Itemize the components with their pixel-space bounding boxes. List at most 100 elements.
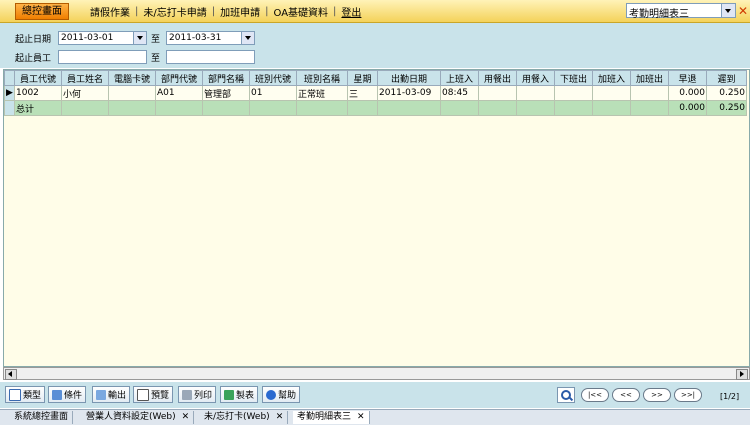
close-icon[interactable]: ✕ (357, 412, 365, 422)
cell (592, 100, 631, 116)
nav-overtime[interactable]: 加班申請 (220, 4, 260, 19)
cell[interactable]: 0.000 (668, 85, 707, 101)
condition-button[interactable]: 條件 (48, 386, 87, 403)
cell[interactable] (554, 85, 593, 101)
export-button-label: 輸出 (108, 391, 127, 401)
tab-system-dashboard[interactable]: 系統總控畫面 (10, 411, 74, 424)
search-icon[interactable] (557, 387, 575, 403)
employee-to-input[interactable] (166, 50, 255, 64)
col-header[interactable]: 班別名稱 (296, 70, 348, 86)
close-icon[interactable]: ✕ (738, 4, 750, 18)
col-header[interactable]: 用餐入 (516, 70, 555, 86)
cell[interactable] (516, 85, 555, 101)
date-to-select[interactable]: 2011-03-31 (166, 31, 255, 45)
last-page-button[interactable]: >>| (674, 388, 702, 402)
cell[interactable]: 三 (347, 85, 378, 101)
cell[interactable] (108, 85, 156, 101)
help-button[interactable]: 幫助 (262, 386, 301, 403)
col-header[interactable]: 部門名稱 (202, 70, 250, 86)
chevron-down-icon[interactable] (241, 32, 254, 44)
make-report-button[interactable]: 製表 (220, 386, 259, 403)
table-header: 員工代號 員工姓名 電腦卡號 部門代號 部門名稱 班別代號 班別名稱 星期 出勤… (4, 70, 747, 86)
nav-leave[interactable]: 請假作業 (90, 4, 130, 19)
help-button-label: 幫助 (278, 391, 297, 401)
cell[interactable] (592, 85, 631, 101)
nav-missed-punch[interactable]: 未/忘打卡申請 (143, 4, 206, 19)
date-from-select[interactable]: 2011-03-01 (58, 31, 147, 45)
col-header[interactable]: 早退 (668, 70, 707, 86)
date-from-value: 2011-03-01 (61, 33, 114, 43)
export-button[interactable]: 輸出 (92, 386, 131, 403)
filter-panel: 起止日期 2011-03-01 至 2011-03-31 起止員工 至 (0, 23, 750, 68)
col-header[interactable]: 遲到 (706, 70, 747, 86)
col-header[interactable]: 上班入 (440, 70, 479, 86)
col-header[interactable]: 星期 (347, 70, 378, 86)
col-header[interactable]: 加班出 (630, 70, 669, 86)
cell (478, 100, 517, 116)
nav-oa-basic[interactable]: OA基礎資料 (274, 4, 329, 19)
preview-button-label: 預覽 (151, 391, 170, 401)
tab-label: 考勤明細表三 (297, 412, 352, 422)
report-select[interactable]: 考勤明細表三 (626, 3, 736, 20)
cell[interactable] (630, 85, 669, 101)
type-button[interactable]: 類型 (5, 386, 46, 403)
nav-separator: | (135, 6, 139, 17)
cell[interactable]: 小何 (61, 85, 109, 101)
horizontal-scrollbar[interactable] (3, 367, 750, 380)
cell[interactable]: 1002 (14, 85, 62, 101)
chevron-down-icon[interactable] (721, 4, 735, 17)
cell (347, 100, 378, 116)
cell (155, 100, 203, 116)
help-icon (266, 389, 276, 400)
scroll-left-icon[interactable] (5, 369, 17, 380)
first-page-button[interactable]: |<< (581, 388, 609, 402)
print-button-label: 列印 (194, 391, 213, 401)
cell[interactable] (478, 85, 517, 101)
to-label: 至 (151, 54, 161, 64)
close-icon[interactable]: ✕ (182, 412, 190, 422)
col-header[interactable]: 員工代號 (14, 70, 62, 86)
filter-icon (52, 389, 62, 400)
chevron-down-icon[interactable] (133, 32, 146, 44)
total-label: 总计 (14, 100, 62, 116)
col-header[interactable]: 用餐出 (478, 70, 517, 86)
preview-button[interactable]: 預覽 (133, 386, 174, 403)
cell (630, 100, 669, 116)
cell[interactable]: 08:45 (440, 85, 479, 101)
report-select-value: 考勤明細表三 (629, 9, 689, 20)
tab-label: 營業人資料設定(Web) (86, 412, 176, 422)
type-button-label: 類型 (23, 391, 42, 401)
next-page-button[interactable]: >> (643, 388, 671, 402)
scroll-right-icon[interactable] (736, 369, 748, 380)
cell: 0.000 (668, 100, 707, 116)
tab-business-settings[interactable]: 營業人資料設定(Web) ✕ (82, 411, 195, 424)
cell[interactable]: 正常班 (296, 85, 348, 101)
col-header[interactable]: 出勤日期 (377, 70, 441, 86)
table-row[interactable]: ▶ 1002 小何 A01 管理部 01 正常班 三 2011-03-09 08… (4, 85, 747, 101)
cell[interactable]: A01 (155, 85, 203, 101)
col-header[interactable]: 班別代號 (249, 70, 297, 86)
prev-page-button[interactable]: << (612, 388, 640, 402)
col-header[interactable]: 加班入 (592, 70, 631, 86)
cell[interactable]: 2011-03-09 (377, 85, 441, 101)
cell[interactable]: 0.250 (706, 85, 747, 101)
cell (377, 100, 441, 116)
employee-from-input[interactable] (58, 50, 147, 64)
nav-logout[interactable]: 登出 (341, 4, 361, 19)
close-icon[interactable]: ✕ (276, 412, 284, 422)
col-header[interactable]: 下班出 (554, 70, 593, 86)
col-header[interactable]: 員工姓名 (61, 70, 109, 86)
cell (554, 100, 593, 116)
cell[interactable]: 管理部 (202, 85, 250, 101)
cell[interactable]: 01 (249, 85, 297, 101)
tab-attendance-report[interactable]: 考勤明細表三 ✕ (293, 411, 370, 424)
print-button[interactable]: 列印 (178, 386, 217, 403)
row-indicator (4, 100, 15, 116)
document-icon (9, 388, 21, 401)
row-pointer-icon: ▶ (4, 85, 15, 101)
tab-missed-punch[interactable]: 未/忘打卡(Web) ✕ (200, 411, 289, 424)
employee-range-label: 起止員工 (15, 54, 52, 64)
col-header[interactable]: 部門代號 (155, 70, 203, 86)
col-header[interactable]: 電腦卡號 (108, 70, 156, 86)
home-dashboard-button[interactable]: 總控畫面 (15, 3, 69, 20)
